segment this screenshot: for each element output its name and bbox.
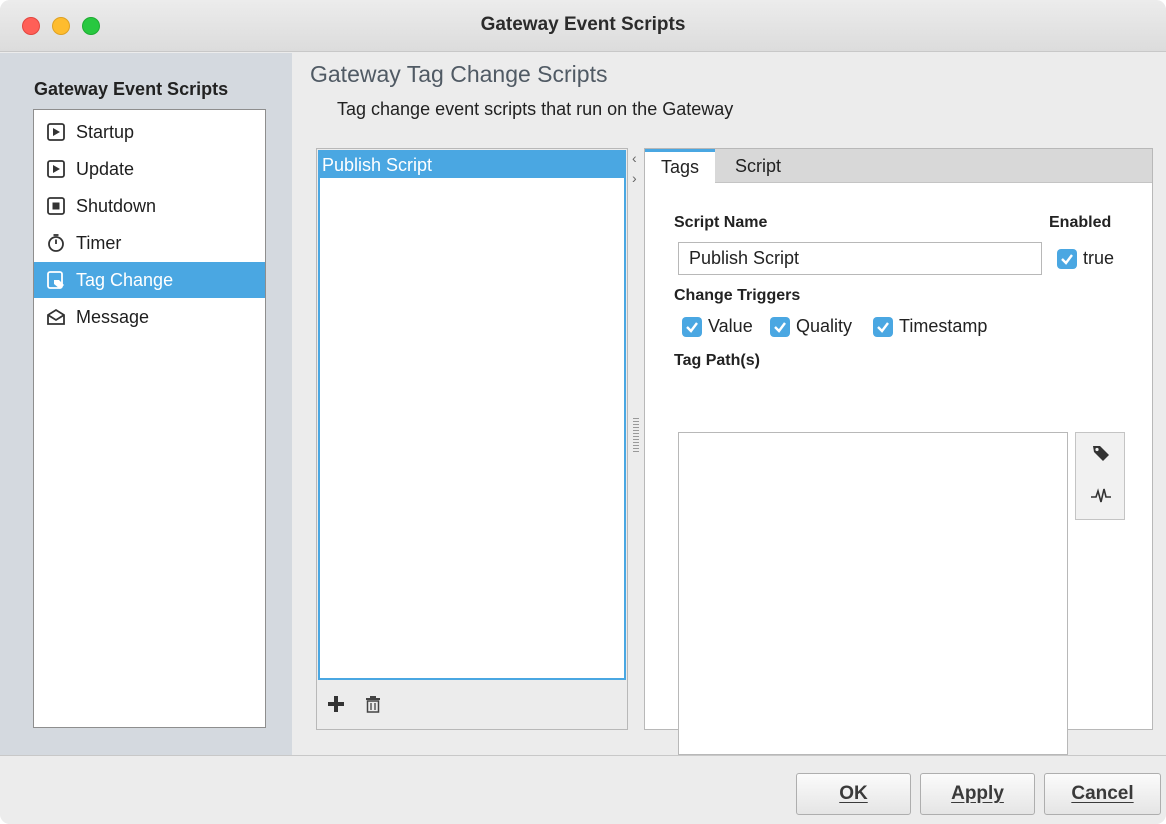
add-script-button[interactable] bbox=[327, 693, 345, 719]
waveform-icon bbox=[1091, 488, 1111, 503]
sidebar-item-startup[interactable]: Startup bbox=[34, 114, 265, 150]
sidebar-item-label: Shutdown bbox=[76, 195, 157, 216]
sidebar-item-label: Startup bbox=[76, 121, 135, 142]
tag-paths-tools bbox=[1075, 432, 1125, 520]
main-panel: Gateway Tag Change Scripts Tag change ev… bbox=[292, 53, 1166, 755]
stop-doc-icon bbox=[46, 196, 66, 216]
trash-icon bbox=[366, 696, 380, 713]
script-name-input[interactable]: Publish Script bbox=[678, 242, 1042, 275]
script-name-label: Script Name bbox=[674, 214, 768, 231]
script-list[interactable]: Publish Script bbox=[318, 150, 626, 680]
envelope-icon bbox=[46, 307, 66, 327]
tab-script[interactable]: Script bbox=[719, 149, 797, 183]
event-type-list: Startup Update Shutdown Timer Tag Change… bbox=[33, 109, 266, 728]
sidebar-item-update[interactable]: Update bbox=[34, 151, 265, 187]
sidebar-heading: Gateway Event Scripts bbox=[34, 79, 229, 99]
page-subtitle: Tag change event scripts that run on the… bbox=[337, 99, 734, 119]
sidebar-item-shutdown[interactable]: Shutdown bbox=[34, 188, 265, 224]
script-list-item[interactable]: Publish Script bbox=[320, 152, 624, 178]
title-bar: Gateway Event Scripts bbox=[0, 0, 1166, 52]
collapse-right-icon[interactable]: › bbox=[632, 170, 637, 186]
tag-browse-button[interactable] bbox=[1089, 441, 1113, 465]
sidebar-item-tag-change[interactable]: Tag Change bbox=[34, 262, 265, 298]
cancel-button[interactable]: Cancel bbox=[1044, 773, 1161, 815]
timer-icon bbox=[46, 233, 66, 253]
sidebar-item-label: Message bbox=[76, 306, 150, 327]
trigger-value-checkbox[interactable]: Value bbox=[682, 316, 753, 337]
sidebar-item-timer[interactable]: Timer bbox=[34, 225, 265, 261]
sidebar-item-message[interactable]: Message bbox=[34, 299, 265, 335]
checkmark-icon bbox=[682, 316, 702, 337]
delete-script-button[interactable] bbox=[365, 693, 381, 719]
script-detail-panel: Tags Script Script Name Enabled Publish … bbox=[644, 148, 1153, 755]
sidebar-item-label: Timer bbox=[76, 232, 122, 253]
trigger-quality-checkbox[interactable]: Quality bbox=[770, 316, 852, 337]
detail-tabs: Tags Script bbox=[645, 149, 1152, 183]
sidebar-item-label: Tag Change bbox=[76, 269, 174, 290]
trigger-label: Quality bbox=[796, 316, 853, 336]
checkmark-icon bbox=[1057, 248, 1077, 269]
checkmark-icon bbox=[873, 316, 893, 337]
tag-change-icon bbox=[46, 270, 66, 290]
dialog-footer: OK Apply Cancel bbox=[0, 755, 1166, 824]
page-title: Gateway Tag Change Scripts bbox=[310, 61, 608, 87]
dialog-window: Gateway Event Scripts Gateway Event Scri… bbox=[0, 0, 1166, 824]
splitter-grip[interactable] bbox=[633, 418, 639, 454]
script-list-panel: Publish Script bbox=[316, 148, 628, 730]
play-doc-icon bbox=[46, 159, 66, 179]
checkmark-icon bbox=[770, 316, 790, 337]
collapse-left-icon[interactable]: ‹ bbox=[632, 150, 637, 166]
sidebar-item-label: Update bbox=[76, 158, 135, 179]
ok-button[interactable]: OK bbox=[796, 773, 911, 815]
tag-icon bbox=[1093, 446, 1109, 461]
tag-paths-list[interactable] bbox=[678, 432, 1068, 755]
enabled-value: true bbox=[1083, 248, 1115, 268]
trigger-label: Timestamp bbox=[899, 316, 988, 336]
play-doc-icon bbox=[46, 122, 66, 142]
trigger-timestamp-checkbox[interactable]: Timestamp bbox=[873, 316, 987, 337]
tag-history-button[interactable] bbox=[1089, 483, 1113, 507]
enabled-label: Enabled bbox=[1049, 214, 1112, 231]
tab-tags[interactable]: Tags bbox=[645, 149, 716, 183]
window-title: Gateway Event Scripts bbox=[480, 14, 686, 35]
script-list-toolbar bbox=[327, 693, 381, 719]
enabled-checkbox[interactable]: true bbox=[1057, 248, 1114, 269]
plus-icon bbox=[328, 696, 344, 712]
change-triggers-label: Change Triggers bbox=[674, 287, 801, 304]
event-type-sidebar: Gateway Event Scripts Startup Update Shu… bbox=[0, 53, 292, 755]
tag-paths-label: Tag Path(s) bbox=[674, 352, 760, 369]
apply-button[interactable]: Apply bbox=[920, 773, 1035, 815]
panel-splitter[interactable]: ‹ › bbox=[630, 148, 644, 730]
trigger-label: Value bbox=[708, 316, 753, 336]
